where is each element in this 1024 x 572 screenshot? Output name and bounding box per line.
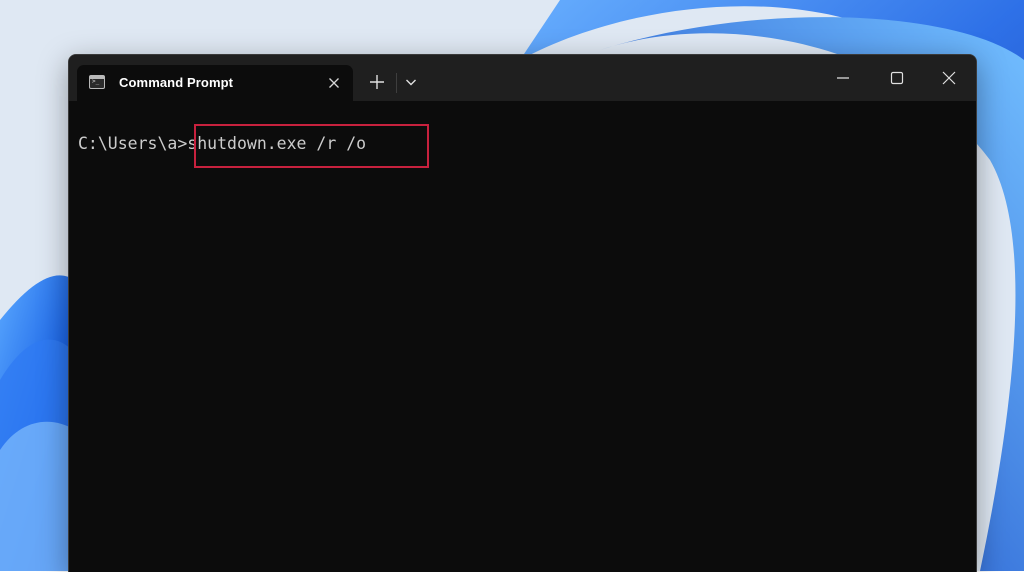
prompt-text: C:\Users\a> — [78, 134, 188, 153]
terminal-icon — [89, 75, 105, 89]
close-icon — [942, 71, 956, 85]
terminal-output[interactable]: C:\Users\a>shutdown.exe /r /o — [69, 101, 976, 572]
tab-separator — [396, 73, 397, 93]
maximize-icon — [890, 71, 904, 85]
tab-command-prompt[interactable]: Command Prompt — [77, 65, 353, 101]
close-icon — [329, 78, 339, 88]
maximize-button[interactable] — [877, 65, 917, 91]
command-highlight-box — [194, 124, 429, 168]
terminal-window: Command Prompt — [68, 54, 977, 572]
close-window-button[interactable] — [929, 65, 969, 91]
minimize-button[interactable] — [823, 65, 863, 91]
minimize-icon — [837, 77, 849, 79]
tab-title: Command Prompt — [119, 75, 234, 90]
title-bar[interactable]: Command Prompt — [69, 55, 976, 101]
tab-close-button[interactable] — [324, 73, 344, 93]
chevron-down-icon — [406, 79, 416, 86]
plus-icon — [370, 75, 384, 89]
new-tab-button[interactable] — [365, 70, 389, 94]
tab-dropdown-button[interactable] — [402, 71, 420, 93]
